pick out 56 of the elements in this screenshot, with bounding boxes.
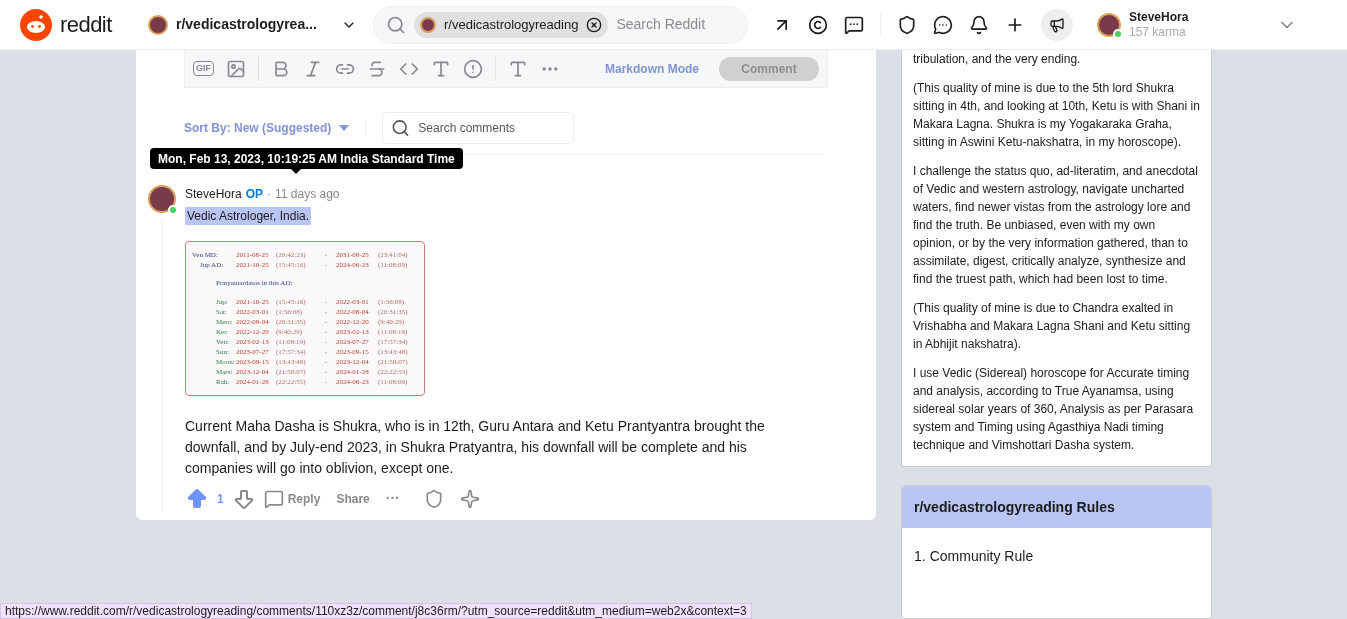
vote-score: 1 bbox=[217, 490, 224, 508]
caret-icon bbox=[339, 125, 350, 131]
search-icon bbox=[391, 118, 411, 138]
reply-button[interactable]: Reply bbox=[263, 488, 321, 509]
rules-title: r/vedicastrologyreading Rules bbox=[914, 497, 1115, 517]
comment-author[interactable]: SteveHora bbox=[185, 185, 242, 203]
about-paragraph: I challenge the status quo, ad-literatim, and anecdotal of Vedic and western astrology, navigate uncharted waters, find newer vistas from the astrology lore and find the truth. Be unbiased, even with my own opinion, or by the very information gathered, than to assimilate, digest, critically analyze, synthesize and find the truest path, which had been lost to time. bbox=[913, 163, 1199, 288]
rule-number: 1. bbox=[914, 547, 926, 566]
reddit-logo-icon[interactable] bbox=[20, 8, 52, 41]
share-button[interactable]: Share bbox=[336, 489, 370, 508]
dasha-table-screenshot[interactable] bbox=[185, 241, 425, 396]
about-paragraph: (This quality of mine is due to Chandra exalted in Vrishabha and Makara Lagna Shani and Ketu sitting in Abhijit nakshatra). bbox=[913, 300, 1192, 353]
search-comments-input[interactable]: Search comments bbox=[418, 119, 566, 137]
timestamp-tooltip: Mon, Feb 13, 2023, 10:19:25 AM India Standard Time bbox=[150, 148, 463, 169]
clear-icon bbox=[586, 16, 603, 33]
search-input[interactable]: Search Reddit bbox=[616, 14, 735, 35]
community-filter-chip[interactable]: r/vedicastrologyreading bbox=[414, 11, 609, 38]
comment-icon bbox=[263, 488, 284, 509]
about-paragraph: tribulation, and the very ending. bbox=[913, 51, 1082, 68]
shield-icon[interactable] bbox=[897, 14, 917, 35]
avatar-icon bbox=[148, 14, 168, 35]
image-icon[interactable] bbox=[226, 58, 246, 79]
search-comments-field[interactable]: Search comments bbox=[382, 112, 575, 144]
search-icon bbox=[386, 14, 406, 35]
notification-bell-icon[interactable] bbox=[969, 14, 989, 35]
community-dropdown[interactable]: r/vedicastrologyrea... bbox=[148, 14, 373, 35]
comment-time[interactable]: 11 days ago bbox=[275, 185, 340, 203]
more-button[interactable]: ··· bbox=[385, 488, 400, 509]
user-menu[interactable]: SteveHora 157 karma bbox=[1097, 9, 1297, 40]
sort-dropdown[interactable]: Sort By: New (Suggested) bbox=[184, 119, 350, 137]
about-paragraph: I use Vedic (Sidereal) horoscope for Accurate timing and analysis, according to True Ayanamsa, using sidereal solar years of 360, Analysis as per Parasara system and Timing using Agasthiya Nadi timing technique and Vimshottari Dasha system. bbox=[913, 365, 1195, 454]
upvote-icon[interactable] bbox=[185, 486, 209, 511]
op-label: OP bbox=[245, 186, 264, 203]
italic-icon[interactable] bbox=[303, 58, 323, 79]
megaphone-icon bbox=[1049, 16, 1065, 33]
user-flair: Vedic Astrologer, India. bbox=[185, 207, 312, 225]
about-paragraph: (This quality of mine is due to the 5th lord Shukra sitting in 4th, and looking at 10th, Ketu is with Shani in Makara Lagna. Shukra is my Yogakaraka Graha, sitting in Aswini Ketu-nakshatra, in my horoscope). bbox=[913, 80, 1200, 151]
advertise-button[interactable] bbox=[1041, 8, 1073, 41]
tooltip-pointer-icon bbox=[291, 169, 301, 174]
status-bar-url: https://www.reddit.com/r/vedicastrologyreading/comments/110xz3z/comment/j8c36rm/?utm_source=reddit&utm_medium=web2x&context=3 bbox=[0, 603, 752, 619]
avatar-icon bbox=[420, 16, 436, 33]
separator: · bbox=[267, 186, 272, 203]
avatar-icon bbox=[1097, 12, 1121, 37]
search-bar[interactable]: r/vedicastrologyreading Search Reddit bbox=[373, 5, 748, 44]
comment-body: Current Maha Dasha is Shukra, who is in 12th, Guru Antara and Ketu Prantyantra brought the downfall, and by July-end 2023, in Shukra Pratyantra, his downfall will be complete and his companies will go into oblivion, except one. bbox=[185, 416, 766, 478]
reddit-wordmark[interactable]: reddit bbox=[60, 8, 112, 41]
markdown-mode-button[interactable]: Markdown Mode bbox=[605, 59, 699, 78]
rule-title[interactable]: Community Rule bbox=[929, 546, 1034, 567]
sparkle-icon[interactable] bbox=[459, 488, 480, 509]
gif-icon[interactable]: GIF bbox=[193, 60, 214, 77]
spoiler-icon[interactable] bbox=[463, 58, 483, 79]
username: SteveHora bbox=[1129, 9, 1189, 25]
chat-icon[interactable] bbox=[844, 14, 864, 35]
avatar-icon bbox=[148, 185, 176, 213]
message-icon[interactable] bbox=[933, 14, 953, 35]
karma-count: 157 karma bbox=[1129, 24, 1187, 40]
